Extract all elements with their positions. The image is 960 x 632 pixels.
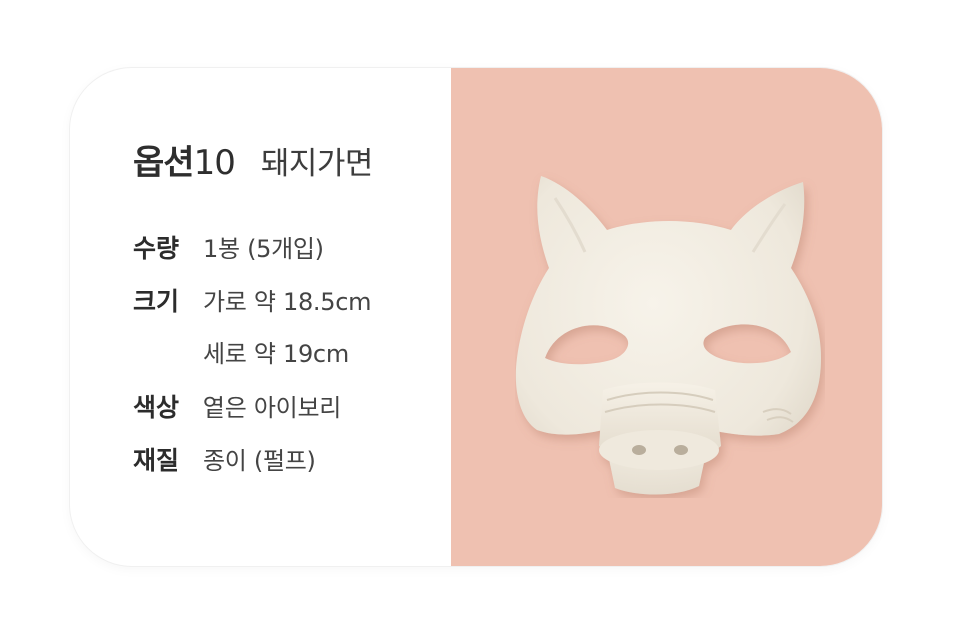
product-photo <box>451 68 882 566</box>
spec-row-quantity: 수량 1봉 (5개입) <box>133 236 324 261</box>
spec-key: 색상 <box>133 393 180 422</box>
pig-mask-image <box>515 176 821 495</box>
spec-value: 가로 약 18.5cm <box>203 288 372 316</box>
spec-value: 종이 (펄프) <box>203 447 316 475</box>
spec-row-size-width: 크기 가로 약 18.5cm <box>133 287 372 316</box>
option-number: 10 <box>193 143 236 183</box>
product-option-card: 옵션10 돼지가면 수량 1봉 (5개입) 크기 가로 약 18.5cm 세로 약 1… <box>70 68 882 566</box>
spec-row-color: 색상 옅은 아이보리 <box>133 395 341 420</box>
option-label: 옵션 <box>133 143 195 183</box>
product-info-panel: 옵션10 돼지가면 수량 1봉 (5개입) 크기 가로 약 18.5cm 세로 약 1… <box>70 68 451 566</box>
spec-key: 크기 <box>133 287 180 316</box>
spec-row-material: 재질 종이 (펄프) <box>133 448 316 473</box>
spec-row-size-height: 세로 약 19cm <box>133 342 349 366</box>
spec-key: 재질 <box>133 446 180 475</box>
product-title: 옵션10 돼지가면 <box>133 146 373 180</box>
spec-value: 1봉 (5개입) <box>203 235 324 263</box>
spec-value: 세로 약 19cm <box>203 340 349 368</box>
spec-value: 옅은 아이보리 <box>203 394 342 422</box>
product-name: 돼지가면 <box>260 146 374 182</box>
spec-key: 수량 <box>133 234 180 263</box>
